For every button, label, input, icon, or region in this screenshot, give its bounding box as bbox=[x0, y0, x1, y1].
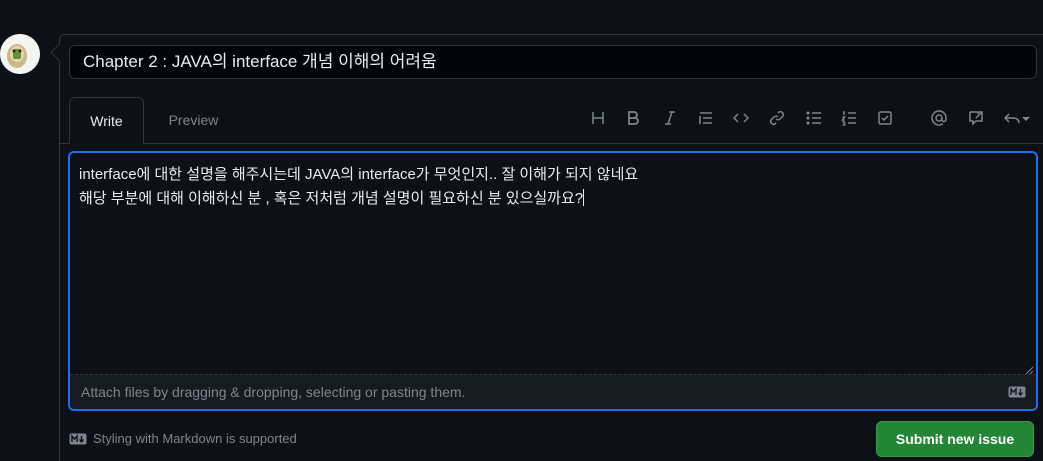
editor-line-2: 해당 부분에 대해 이해하신 분 , 혹은 저처럼 개념 설명이 필요하신 분 … bbox=[79, 187, 1026, 211]
code-icon[interactable] bbox=[730, 107, 752, 129]
italic-icon[interactable] bbox=[659, 107, 681, 129]
markdown-support-note[interactable]: Styling with Markdown is supported bbox=[69, 431, 297, 446]
undo-icon[interactable] bbox=[1000, 107, 1034, 129]
issue-title-input[interactable]: Chapter 2 : JAVA의 interface 개념 이해의 어려움 bbox=[69, 45, 1037, 79]
ordered-list-icon[interactable] bbox=[838, 107, 860, 129]
issue-body-editor[interactable]: interface에 대한 설명을 해주시는데 JAVA의 interface가… bbox=[68, 151, 1038, 411]
markdown-icon bbox=[1008, 386, 1026, 398]
tab-preview[interactable]: Preview bbox=[156, 97, 231, 143]
editor-line-2-text: 해당 부분에 대해 이해하신 분 , 혹은 저처럼 개념 설명이 필요하신 분 … bbox=[79, 190, 584, 207]
unordered-list-icon[interactable] bbox=[803, 107, 825, 129]
reference-icon[interactable] bbox=[965, 107, 987, 129]
attach-files-bar[interactable]: Attach files by dragging & dropping, sel… bbox=[70, 374, 1036, 409]
link-icon[interactable] bbox=[766, 107, 788, 129]
new-issue-page: Chapter 2 : JAVA의 interface 개념 이해의 어려움 W… bbox=[0, 0, 1043, 461]
task-list-icon[interactable] bbox=[874, 107, 896, 129]
avatar[interactable] bbox=[0, 34, 40, 74]
submit-new-issue-button[interactable]: Submit new issue bbox=[876, 421, 1034, 457]
mention-icon[interactable] bbox=[928, 107, 950, 129]
text-cursor bbox=[583, 189, 585, 206]
avatar-image bbox=[0, 34, 40, 74]
markdown-icon bbox=[69, 433, 87, 444]
editor-line-1: interface에 대한 설명을 해주시는데 JAVA의 interface가… bbox=[79, 166, 639, 183]
attach-files-hint: Attach files by dragging & dropping, sel… bbox=[81, 384, 466, 400]
markdown-note-label: Styling with Markdown is supported bbox=[93, 431, 297, 446]
bold-icon[interactable] bbox=[622, 107, 644, 129]
editor-body-text[interactable]: interface에 대한 설명을 해주시는데 JAVA의 interface가… bbox=[79, 163, 1026, 211]
quote-icon[interactable] bbox=[695, 107, 717, 129]
heading-icon[interactable] bbox=[587, 107, 609, 129]
tab-write[interactable]: Write bbox=[69, 97, 144, 144]
